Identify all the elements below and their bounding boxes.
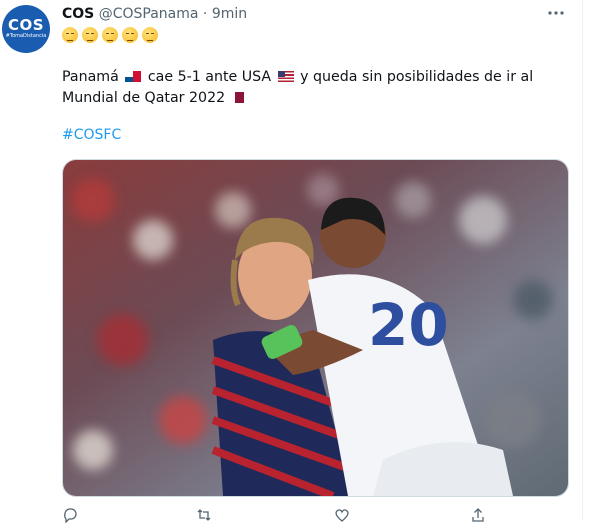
tweet-card[interactable]: COS #TomaDistancia COS @COSPanama · 9min… (0, 0, 583, 524)
qatar-flag-icon (231, 92, 244, 103)
display-name[interactable]: COS (62, 6, 94, 22)
pensive-face-emoji (142, 27, 158, 43)
tweet-text-part: cae 5-1 ante USA (147, 69, 272, 85)
tweet-text: Panamá cae 5-1 ante USA y queda sin posi… (62, 67, 562, 109)
tweet-text-part: Panamá (62, 69, 119, 85)
hashtag-link[interactable]: #COSFC (62, 127, 121, 143)
tweet-header: COS @COSPanama · 9min (62, 6, 247, 22)
tweet-actions (62, 507, 512, 524)
avatar-tag-text: #TomaDistancia (5, 33, 47, 39)
pensive-face-emoji (102, 27, 118, 43)
pensive-face-emoji (62, 27, 78, 43)
user-handle[interactable]: @COSPanama (99, 6, 199, 22)
pensive-face-emoji (122, 27, 138, 43)
avatar-logo-text: COS (7, 16, 45, 34)
more-options-icon[interactable] (547, 4, 565, 26)
separator-dot: · (202, 6, 208, 22)
timestamp[interactable]: 9min (212, 6, 247, 22)
panama-flag-icon (125, 71, 142, 82)
pensive-face-emoji (82, 27, 98, 43)
photo-illustration: 20 (63, 160, 568, 496)
usa-flag-icon (277, 71, 294, 82)
avatar[interactable]: COS #TomaDistancia (2, 5, 50, 53)
emoji-row (62, 27, 162, 43)
jersey-number: 20 (368, 291, 449, 359)
tweet-photo[interactable]: 20 (62, 159, 569, 497)
